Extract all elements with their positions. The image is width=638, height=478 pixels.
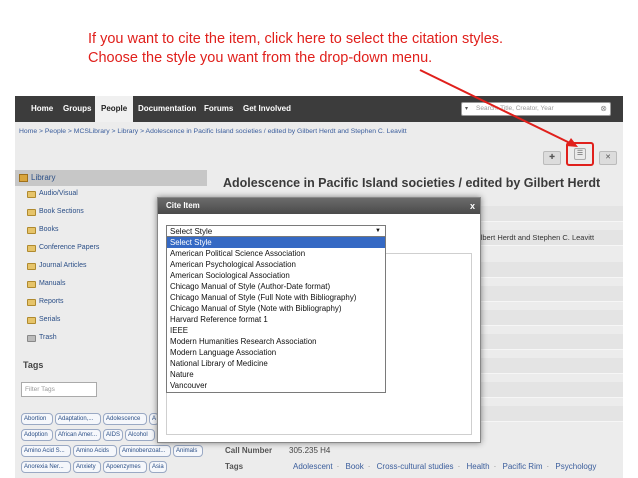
annotation-line-1: If you want to cite the item, click here… (88, 31, 504, 47)
breadcrumb[interactable]: Home > People > MCSLibrary > Library > A… (19, 128, 407, 135)
style-option[interactable]: Modern Language Association (167, 347, 385, 358)
nav-groups[interactable]: Groups (57, 96, 97, 122)
tag-chip[interactable]: AIDS (103, 429, 123, 441)
tag-chip[interactable]: African Amer... (55, 429, 101, 441)
style-option[interactable]: Harvard Reference format 1 (167, 314, 385, 325)
tag-chip[interactable]: Apoenzymes (103, 461, 147, 473)
style-option[interactable]: Modern Humanities Research Association (167, 336, 385, 347)
folder-icon (27, 191, 36, 198)
annotation-line-2: Choose the style you want from the drop-… (88, 50, 433, 66)
tag-chip[interactable]: Abortion (21, 413, 53, 425)
nav-documentation[interactable]: Documentation (132, 96, 202, 122)
style-option[interactable]: Chicago Manual of Style (Author-Date for… (167, 281, 385, 292)
collection-label: Manuals (39, 280, 66, 287)
item-tag-link[interactable]: Pacific Rim (503, 462, 543, 471)
item-tag-link[interactable]: Adolescent (293, 462, 333, 471)
dialog-header: Cite Item x (158, 198, 480, 214)
library-icon (19, 174, 28, 182)
field-row (480, 286, 623, 302)
tag-chip[interactable]: Amino Acids (73, 445, 117, 457)
add-icon: ✚ (549, 154, 555, 161)
style-option[interactable]: Chicago Manual of Style (Full Note with … (167, 292, 385, 303)
item-tags: Adolescent · Book · Cross-cultural studies… (293, 462, 597, 471)
folder-icon (27, 299, 36, 306)
search-placeholder: Search: Title, Creator, Year (476, 105, 554, 112)
style-option[interactable]: Select Style (167, 237, 385, 248)
collection-label: Journal Articles (39, 262, 87, 269)
search-input[interactable]: ▾ Search: Title, Creator, Year ⊗ (461, 102, 611, 116)
nav-forums[interactable]: Forums (198, 96, 239, 122)
item-tag-link[interactable]: Psychology (555, 462, 596, 471)
cite-button-highlight[interactable]: ☰ (566, 142, 594, 166)
citation-style-dropdown-list[interactable]: Select Style American Political Science … (166, 236, 386, 393)
style-option[interactable]: American Sociological Association (167, 270, 385, 281)
filter-tags-input[interactable]: Filter Tags (21, 382, 97, 397)
tag-chip[interactable]: Asia (149, 461, 167, 473)
list-icon: ☰ (574, 148, 586, 160)
search-scope-dropdown-icon[interactable]: ▾ (465, 103, 468, 115)
library-label: Library (31, 173, 56, 182)
style-option[interactable]: American Psychological Association (167, 259, 385, 270)
item-tag-link[interactable]: Health (466, 462, 489, 471)
style-option[interactable]: Chicago Manual of Style (Note with Bibli… (167, 303, 385, 314)
remove-item-button[interactable]: ✕ (599, 151, 617, 165)
folder-icon (27, 209, 36, 216)
annotation-text: If you want to cite the item, click here… (88, 30, 503, 68)
dialog-title: Cite Item (166, 201, 200, 210)
collection-label: Reports (39, 298, 64, 305)
tag-chip[interactable]: Adolescence (103, 413, 147, 425)
tag-chip[interactable]: Adaptation,... (55, 413, 101, 425)
nav-home[interactable]: Home (25, 96, 59, 122)
folder-icon (27, 317, 36, 324)
nav-people[interactable]: People (95, 96, 134, 122)
collection-label: Conference Papers (39, 244, 100, 251)
call-number-value: 305.235 H4 (289, 446, 331, 455)
sidebar-item-library[interactable]: Library (15, 170, 207, 186)
selected-style: Select Style (170, 227, 213, 236)
field-row (480, 334, 623, 350)
style-option[interactable]: American Political Science Association (167, 248, 385, 259)
tags-label: Tags (225, 462, 244, 471)
field-row (480, 382, 623, 398)
item-title: Adolescence in Pacific Island societies … (223, 176, 601, 190)
folder-icon (27, 227, 36, 234)
field-row (480, 262, 623, 278)
collection-label: Trash (39, 334, 57, 341)
close-dialog-button[interactable]: x (470, 198, 475, 214)
tag-chip[interactable]: Animals (173, 445, 203, 457)
folder-icon (27, 281, 36, 288)
field-row (480, 310, 623, 326)
nav-get-involved[interactable]: Get Involved (237, 96, 297, 122)
tag-chip[interactable]: Alcohol (125, 429, 155, 441)
style-option[interactable]: Nature (167, 369, 385, 380)
folder-icon (27, 263, 36, 270)
tag-chip[interactable]: Adoption (21, 429, 53, 441)
item-tag-link[interactable]: Book (346, 462, 364, 471)
folder-icon (27, 245, 36, 252)
collection-label: Books (39, 226, 59, 233)
style-option[interactable]: National Library of Medicine (167, 358, 385, 369)
collection-label: Serials (39, 316, 61, 323)
collection-label: Book Sections (39, 208, 84, 215)
call-number-label: Call Number (225, 446, 273, 455)
remove-icon: ✕ (605, 154, 611, 161)
tag-chip[interactable]: Amino Acid S... (21, 445, 71, 457)
field-row (480, 206, 623, 222)
item-tag-link[interactable]: Cross-cultural studies (377, 462, 454, 471)
tags-heading: Tags (23, 360, 44, 370)
clear-search-icon[interactable]: ⊗ (600, 103, 607, 115)
tag-chip[interactable]: Anxiety (73, 461, 101, 473)
top-navigation: Home Groups People Documentation Forums … (15, 96, 623, 122)
style-option[interactable]: IEEE (167, 325, 385, 336)
tag-chip[interactable]: Anorexia Ner... (21, 461, 71, 473)
add-to-collection-button[interactable]: ✚ (543, 151, 561, 165)
field-row (480, 406, 623, 422)
field-row (480, 358, 623, 374)
trash-icon (27, 335, 36, 342)
collection-label: Audio/Visual (39, 190, 78, 197)
creator-value: ilbert Herdt and Stephen C. Leavitt (479, 233, 595, 242)
style-option[interactable]: Vancouver (167, 380, 385, 391)
tag-chip[interactable]: Aminobenzoat... (119, 445, 171, 457)
